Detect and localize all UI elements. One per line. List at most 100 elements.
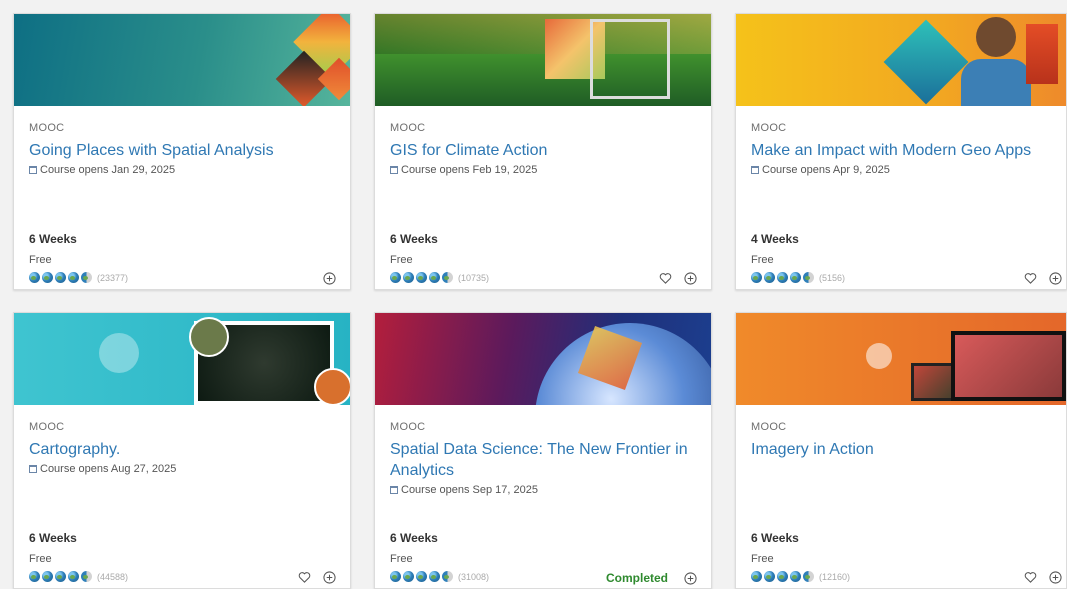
course-price: Free: [29, 553, 52, 565]
course-title-line-1[interactable]: Cartography.: [29, 439, 335, 460]
globe-rating-icon: [416, 272, 427, 283]
course-banner-image: [736, 313, 1066, 405]
course-title[interactable]: Imagery in Action: [751, 439, 1051, 460]
course-title-line-1[interactable]: GIS for Climate Action: [390, 140, 696, 161]
course-title[interactable]: Cartography.: [29, 439, 335, 460]
course-banner-image: [14, 313, 350, 405]
card-actions: Completed: [606, 571, 697, 585]
course-open-date: Course opens Feb 19, 2025: [390, 164, 696, 176]
card-actions: [659, 272, 697, 285]
globe-rating-icon: [751, 272, 762, 283]
plus-circle-icon[interactable]: [323, 272, 336, 285]
card-actions: [298, 571, 336, 584]
globe-rating-icon: [55, 571, 66, 582]
plus-circle-icon[interactable]: [684, 272, 697, 285]
heart-icon[interactable]: [1024, 272, 1037, 285]
rating-count: (12160): [819, 571, 851, 582]
globe-rating-icon: [29, 571, 40, 582]
course-type: MOOC: [29, 421, 65, 433]
globe-rating-icon: [403, 571, 414, 582]
card-actions: [1024, 272, 1062, 285]
rating-count: (5156): [819, 272, 846, 283]
heart-icon[interactable]: [1024, 571, 1037, 584]
course-duration: 4 Weeks: [751, 232, 799, 246]
course-card-3[interactable]: MOOC Make an Impact with Modern Geo Apps…: [735, 13, 1067, 290]
rating-count: (23377): [97, 272, 129, 283]
calendar-icon: [29, 465, 37, 473]
globe-rating-icon: [29, 272, 40, 283]
globe-rating-icon: [429, 571, 440, 582]
card-actions: [323, 272, 336, 285]
course-open-date-text: Course opens Sep 17, 2025: [401, 484, 538, 496]
calendar-icon: [29, 166, 37, 174]
course-duration: 6 Weeks: [29, 232, 77, 246]
course-open-date-text: Course opens Feb 19, 2025: [401, 164, 538, 176]
course-open-date: Course opens Sep 17, 2025: [390, 484, 696, 496]
course-open-date-text: Course opens Jan 29, 2025: [40, 164, 176, 176]
course-title-line-2[interactable]: Analytics: [390, 460, 696, 481]
course-rating: (5156): [751, 272, 845, 283]
course-price: Free: [751, 553, 774, 565]
plus-circle-icon[interactable]: [1049, 272, 1062, 285]
globe-rating-icon: [764, 272, 775, 283]
globe-rating-icon: [803, 571, 814, 582]
course-title[interactable]: Going Places with Spatial Analysis: [29, 140, 335, 161]
course-duration: 6 Weeks: [390, 531, 438, 545]
course-rating: (31008): [390, 571, 489, 582]
course-type: MOOC: [751, 122, 787, 134]
completed-badge: Completed: [605, 571, 668, 585]
globe-rating-icon: [751, 571, 762, 582]
course-title-line-1[interactable]: Imagery in Action: [751, 439, 1051, 460]
course-duration: 6 Weeks: [751, 531, 799, 545]
globe-rating-icon: [442, 571, 453, 582]
plus-circle-icon[interactable]: [323, 571, 336, 584]
globe-rating-icon: [81, 571, 92, 582]
heart-icon[interactable]: [298, 571, 311, 584]
course-title-line-1[interactable]: Going Places with Spatial Analysis: [29, 140, 335, 161]
calendar-icon: [390, 486, 398, 494]
course-card-1[interactable]: MOOC Going Places with Spatial Analysis …: [13, 13, 351, 290]
globe-rating-icon: [403, 272, 414, 283]
card-actions: [1024, 571, 1062, 584]
course-type: MOOC: [29, 122, 65, 134]
course-rating: (10735): [390, 272, 489, 283]
course-title[interactable]: GIS for Climate Action: [390, 140, 696, 161]
course-card-4[interactable]: MOOC Cartography. Course opens Aug 27, 2…: [13, 312, 351, 589]
globe-rating-icon: [42, 571, 53, 582]
course-banner-image: [736, 14, 1066, 106]
globe-rating-icon: [790, 571, 801, 582]
globe-rating-icon: [803, 272, 814, 283]
globe-rating-icon: [81, 272, 92, 283]
heart-icon[interactable]: [659, 272, 672, 285]
globe-rating-icon: [416, 571, 427, 582]
globe-rating-icon: [42, 272, 53, 283]
course-card-6[interactable]: MOOC Imagery in Action 6 Weeks Free (121…: [735, 312, 1067, 589]
globe-rating-icon: [55, 272, 66, 283]
globe-rating-icon: [764, 571, 775, 582]
course-open-date: Course opens Aug 27, 2025: [29, 463, 335, 475]
globe-rating-icon: [390, 571, 401, 582]
course-duration: 6 Weeks: [29, 531, 77, 545]
course-price: Free: [390, 254, 413, 266]
course-card-2[interactable]: MOOC GIS for Climate Action Course opens…: [374, 13, 712, 290]
course-banner-image: [14, 14, 350, 106]
course-rating: (44588): [29, 571, 128, 582]
plus-circle-icon[interactable]: [1049, 571, 1062, 584]
globe-rating-icon: [777, 571, 788, 582]
course-title[interactable]: Spatial Data Science: The New Frontier i…: [390, 439, 696, 481]
globe-rating-icon: [790, 272, 801, 283]
course-banner-image: [375, 313, 711, 405]
course-title-line-1[interactable]: Make an Impact with Modern Geo Apps: [751, 140, 1051, 161]
course-open-date-text: Course opens Apr 9, 2025: [762, 164, 890, 176]
globe-rating-icon: [777, 272, 788, 283]
rating-count: (10735): [458, 272, 490, 283]
course-title-line-1[interactable]: Spatial Data Science: The New Frontier i…: [390, 439, 696, 460]
course-type: MOOC: [390, 122, 426, 134]
course-price: Free: [751, 254, 774, 266]
plus-circle-icon[interactable]: [684, 571, 697, 585]
course-title[interactable]: Make an Impact with Modern Geo Apps: [751, 140, 1051, 161]
course-card-5[interactable]: MOOC Spatial Data Science: The New Front…: [374, 312, 712, 589]
course-rating: (23377): [29, 272, 128, 283]
rating-count: (44588): [97, 571, 129, 582]
globe-rating-icon: [390, 272, 401, 283]
